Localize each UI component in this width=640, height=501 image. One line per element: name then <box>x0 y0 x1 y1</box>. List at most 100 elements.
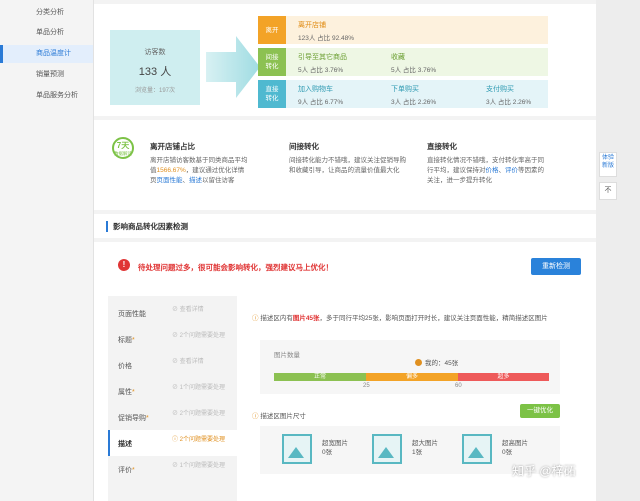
factor-label: 促销导购 <box>118 415 146 422</box>
flow-tag-leave: 离开 <box>258 16 286 44</box>
flow-value: 5人 占比 3.76% <box>391 67 437 74</box>
factor-item-price[interactable]: 价格 ⊘ 查看详情 <box>108 352 237 378</box>
flow-cell: 加入购物车 9人 占比 6.77% <box>298 84 343 106</box>
size-value: 1张 <box>412 449 423 456</box>
size-value: 0张 <box>502 449 513 456</box>
link-description[interactable]: 描述 <box>189 177 202 184</box>
one-click-optimize-button[interactable]: 一键优化 <box>520 404 560 418</box>
factor-label: 价格 <box>118 363 132 370</box>
explain-title: 直接转化 <box>427 142 457 151</box>
link-page-performance[interactable]: 页面性能 <box>157 177 183 184</box>
factor-item-title[interactable]: 标题* ⊘ 2个问题需要处理 <box>108 326 237 352</box>
size-value: 0张 <box>322 449 333 456</box>
flow-value: 5人 占比 3.76% <box>298 67 344 74</box>
image-icon <box>462 434 492 464</box>
try-new-version-button[interactable]: 体验新版 <box>599 152 617 177</box>
range-bar: 正常 偏多 超多 <box>274 373 549 381</box>
explain-title: 离开店铺占比 <box>150 142 195 151</box>
size-label: 超宽图片 <box>322 440 348 447</box>
required-star: * <box>146 415 149 422</box>
sidebar-item-category-analysis[interactable]: 分类分析 <box>0 4 93 22</box>
range-many: 偏多 <box>366 373 458 381</box>
size-large: 超大图片 1张 <box>372 434 462 466</box>
flow-value: 9人 占比 6.77% <box>298 99 344 106</box>
explain-text: 间接转化能力不错哦，建议关注促销导购和收藏引导，让商品的流量价值最大化 <box>289 157 406 174</box>
side-toolbar: 体验新版 不 <box>599 152 617 200</box>
explain-text: 离开店铺访客数基于同类商品平均 值1566.67%，建议通过优化详情 页页面性能、描… <box>150 156 272 186</box>
factor-name: 标题* <box>118 335 135 345</box>
explain-title: 间接转化 <box>289 142 319 151</box>
sidebar-item-thermometer[interactable]: 商品温度计 <box>0 45 93 63</box>
text: ，建议通过优化详情 <box>185 167 245 174</box>
warning-icon: ! <box>118 259 130 271</box>
selected-indicator <box>108 430 110 456</box>
flow-cell: 支付购买 3人 占比 2.26% <box>486 84 531 106</box>
factor-label: 描述 <box>118 441 132 448</box>
factor-status: ⓘ 2个问题需要处理 <box>172 437 226 443</box>
collapse-button[interactable]: 不 <box>599 182 617 200</box>
rate-value: 1566.67% <box>156 167 186 174</box>
explain-direct: 直接转化 直接转化情况不错哦，支付转化率高于同行平均，建议保持对价格、评价等因素… <box>427 141 549 186</box>
flow-cell: 离开店铺 123人 占比 92.48% <box>298 20 354 42</box>
factor-name: 页面性能 <box>118 309 146 319</box>
flow-title: 离开店铺 <box>298 22 326 29</box>
image-icon <box>372 434 402 464</box>
size-label: 超大图片 <box>412 440 438 447</box>
flow-cell: 引导至其它商品 5人 占比 3.76% <box>298 52 347 74</box>
size-label: 超高图片 <box>502 440 528 447</box>
main-content: 访客数 133 人 浏览量：197次 离开 离开店铺 123人 占比 92.48… <box>94 0 596 501</box>
flow-cell: 下单购买 3人 占比 2.26% <box>391 84 436 106</box>
factor-menu: 页面性能 ⊘ 查看详情 标题* ⊘ 2个问题需要处理 价格 ⊘ 查看详情 属性* ⊘ 1… <box>108 296 237 501</box>
my-value: 我的：45张 <box>425 360 459 367</box>
factor-name: 评价* <box>118 465 135 475</box>
flow-value: 3人 占比 2.26% <box>391 99 437 106</box>
factor-status: ⊘ 1个问题需要处理 <box>172 463 226 469</box>
sidebar-item-product-analysis[interactable]: 单品分析 <box>0 24 93 42</box>
recheck-button[interactable]: 重新检测 <box>531 258 581 275</box>
flow-title: 下单购买 <box>391 86 419 93</box>
factor-item-page-performance[interactable]: 页面性能 ⊘ 查看详情 <box>108 300 237 326</box>
visitors-card: 访客数 133 人 浏览量：197次 <box>110 30 200 105</box>
flow-title: 收藏 <box>391 54 405 61</box>
flow-tag-direct: 直接 转化 <box>258 80 286 108</box>
factor-name: 促销导购* <box>118 413 149 423</box>
factor-item-description[interactable]: 描述 ⓘ 2个问题需要处理 <box>108 430 237 456</box>
image-size-info: ⓘ 描述区图片尺寸 <box>252 410 306 420</box>
size-wide: 超宽图片 0张 <box>282 434 372 466</box>
image-count-highlight: 图片45张 <box>292 315 320 322</box>
seven-day-badge: 7天 数据解读 <box>112 137 134 159</box>
flow-tag-indirect: 间接 转化 <box>258 48 286 76</box>
factor-item-promotion[interactable]: 促销导购* ⊘ 2个问题需要处理 <box>108 404 237 430</box>
explain-indirect: 间接转化 间接转化能力不错哦，建议关注促销导购和收藏引导，让商品的流量价值最大化 <box>289 141 411 176</box>
flow-title: 引导至其它商品 <box>298 54 347 61</box>
flow-row-leave: 离开 离开店铺 123人 占比 92.48% <box>258 16 548 44</box>
link-review[interactable]: 评价 <box>505 167 518 174</box>
flow-cell: 收藏 5人 占比 3.76% <box>391 52 436 74</box>
factor-label: 评价 <box>118 467 132 474</box>
image-icon <box>282 434 312 464</box>
factor-status: ⊘ 查看详情 <box>172 359 204 365</box>
pin-icon <box>415 359 422 366</box>
factor-status: ⊘ 2个问题需要处理 <box>172 411 226 417</box>
section-title: 影响商品转化因素检测 <box>106 221 188 232</box>
sidebar-item-sales-forecast[interactable]: 销量预测 <box>0 66 93 84</box>
sidebar-item-service-analysis[interactable]: 单品服务分析 <box>0 87 93 105</box>
required-star: * <box>132 389 135 396</box>
factor-label: 标题 <box>118 337 132 344</box>
text: ，多于同行平均25张，影响页面打开时长，建议关注页面性能，精简描述区图片 <box>319 315 548 322</box>
badge-days: 7天 <box>116 141 130 150</box>
factor-status: ⊘ 1个问题需要处理 <box>172 385 226 391</box>
flow-row-direct: 直接 转化 加入购物车 9人 占比 6.77% 下单购买 3人 占比 2.26%… <box>258 80 548 108</box>
sidebar: 分类分析 单品分析 商品温度计 销量预测 单品服务分析 <box>0 0 94 501</box>
link-price[interactable]: 价格 <box>486 167 499 174</box>
watermark: 知乎 @梓砳 <box>512 464 576 478</box>
tick-label: 25 <box>363 383 370 389</box>
required-star: * <box>132 467 135 474</box>
tick-label: 60 <box>455 383 462 389</box>
pageviews: 浏览量：197次 <box>134 88 175 94</box>
factor-item-attributes[interactable]: 属性* ⊘ 1个问题需要处理 <box>108 378 237 404</box>
text: 以留住访客 <box>202 177 235 184</box>
my-value-marker: 我的：45张 <box>415 357 458 367</box>
factor-item-review[interactable]: 评价* ⊘ 1个问题需要处理 <box>108 456 237 482</box>
flow-value: 3人 占比 2.26% <box>486 99 532 106</box>
